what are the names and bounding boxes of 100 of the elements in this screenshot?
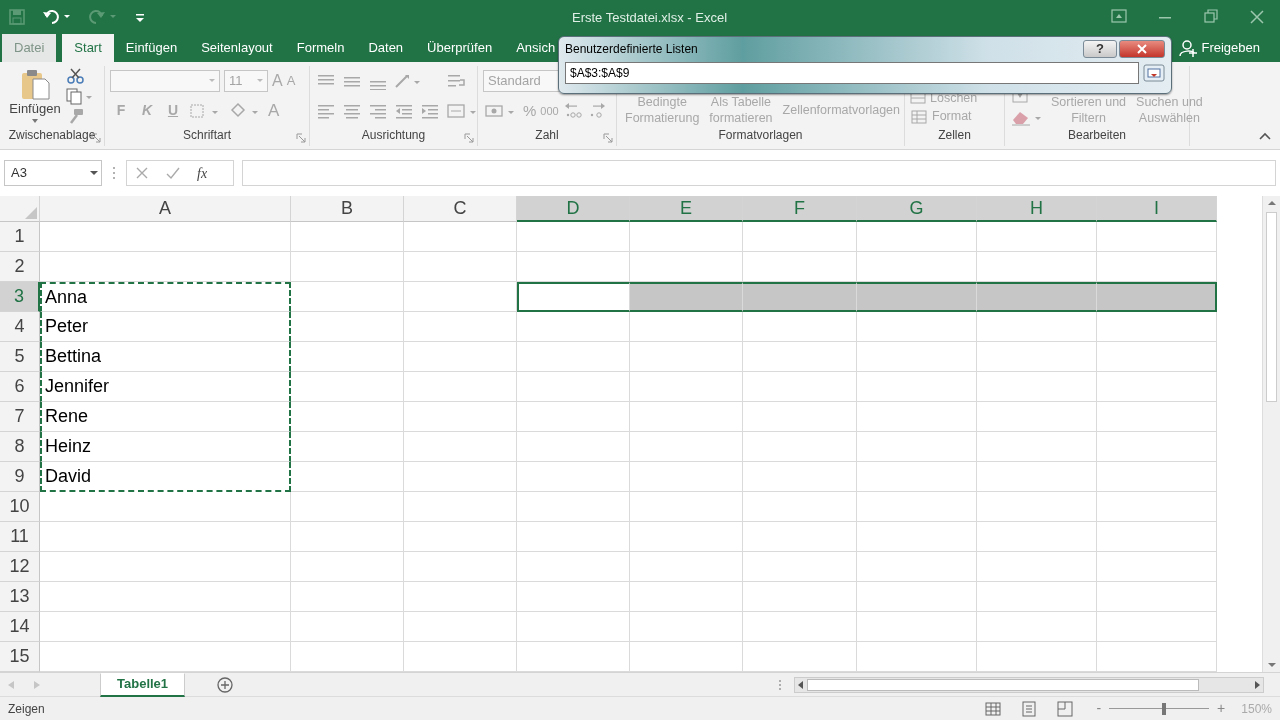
sheet-cell[interactable] [977, 612, 1097, 642]
name-box[interactable]: A3 [4, 160, 102, 186]
undo-icon[interactable] [42, 8, 72, 26]
row-header[interactable]: 9 [0, 462, 40, 492]
sheet-cell[interactable] [857, 522, 977, 552]
selected-cell[interactable] [743, 282, 857, 312]
sheet-cell[interactable] [977, 312, 1097, 342]
sheet-cell[interactable] [517, 582, 630, 612]
sheet-cell[interactable] [977, 222, 1097, 252]
row-header[interactable]: 4 [0, 312, 40, 342]
sheet-cell[interactable] [291, 462, 404, 492]
sheet-cell[interactable] [291, 432, 404, 462]
ribbon-tab[interactable]: Einfügen [113, 34, 190, 62]
column-header[interactable]: H [977, 196, 1097, 222]
sheet-cell[interactable] [404, 372, 517, 402]
sheet-cell[interactable] [857, 582, 977, 612]
zoom-slider[interactable] [1109, 702, 1210, 715]
sheet-cell[interactable] [40, 492, 291, 522]
sheet-cell[interactable] [517, 462, 630, 492]
sheet-cell[interactable] [517, 552, 630, 582]
sheet-cell[interactable] [517, 342, 630, 372]
sheet-cell[interactable] [517, 222, 630, 252]
sheet-cell[interactable] [630, 582, 743, 612]
sheet-tab[interactable]: Tabelle1 [100, 672, 186, 697]
row-header[interactable]: 8 [0, 432, 40, 462]
dialog-close-button[interactable] [1119, 40, 1165, 58]
sheet-cell[interactable] [291, 282, 404, 312]
sheet-cell[interactable] [404, 342, 517, 372]
sheet-cell[interactable] [743, 222, 857, 252]
reference-field[interactable]: $A$3:$A$9 [565, 62, 1139, 84]
sheet-cell[interactable] [857, 552, 977, 582]
help-button[interactable]: ? [1083, 40, 1117, 58]
add-sheet-icon[interactable] [215, 674, 236, 695]
sheet-cell[interactable] [630, 402, 743, 432]
normal-view-icon[interactable] [984, 700, 1003, 717]
sheet-cell[interactable] [977, 582, 1097, 612]
sheet-cell[interactable] [404, 492, 517, 522]
sheet-cell[interactable] [517, 312, 630, 342]
sheet-cell[interactable] [743, 582, 857, 612]
sheet-cell[interactable] [517, 432, 630, 462]
sheet-cell[interactable] [40, 582, 291, 612]
column-header[interactable]: F [743, 196, 857, 222]
sheet-cell[interactable] [404, 582, 517, 612]
sheet-cell[interactable] [291, 402, 404, 432]
sheet-cell[interactable] [404, 312, 517, 342]
selected-cell[interactable] [977, 282, 1097, 312]
column-header[interactable]: E [630, 196, 743, 222]
selected-cell[interactable] [630, 282, 743, 312]
row-header[interactable]: 6 [0, 372, 40, 402]
sheet-cell[interactable] [291, 552, 404, 582]
sheet-cell[interactable] [630, 462, 743, 492]
ribbon-tab[interactable]: Überprüfen [415, 34, 505, 62]
sheet-cell[interactable] [404, 222, 517, 252]
sheet-cell[interactable] [517, 612, 630, 642]
sheet-cell[interactable] [404, 612, 517, 642]
sheet-cell[interactable] [857, 342, 977, 372]
sheet-cell[interactable] [630, 552, 743, 582]
sheet-cell[interactable] [857, 462, 977, 492]
sheet-cell[interactable] [291, 312, 404, 342]
sheet-cell[interactable] [743, 432, 857, 462]
row-header[interactable]: 11 [0, 522, 40, 552]
sheet-cell[interactable] [517, 372, 630, 402]
sheet-cell[interactable] [743, 372, 857, 402]
zoom-in-button[interactable]: + [1217, 698, 1226, 719]
sheet-cell[interactable] [1097, 582, 1217, 612]
row-header[interactable]: 10 [0, 492, 40, 522]
row-header[interactable]: 2 [0, 252, 40, 282]
sheet-cell[interactable] [857, 402, 977, 432]
sheet-cell[interactable] [1097, 402, 1217, 432]
expand-dialog-icon[interactable] [1143, 64, 1165, 82]
sheet-cell[interactable] [1097, 492, 1217, 522]
page-layout-icon[interactable] [1020, 700, 1039, 717]
sheet-cell[interactable] [40, 252, 291, 282]
scroll-thumb[interactable] [807, 678, 1199, 691]
row-header[interactable]: 14 [0, 612, 40, 642]
sheet-cell[interactable] [404, 552, 517, 582]
sheet-cell[interactable] [404, 402, 517, 432]
sheet-cell[interactable] [404, 282, 517, 312]
sheet-cell[interactable] [404, 462, 517, 492]
sheet-cell[interactable]: Peter [40, 312, 291, 342]
selected-cell[interactable] [1097, 282, 1217, 312]
slider-thumb[interactable] [1162, 702, 1167, 715]
sheet-cell[interactable] [291, 612, 404, 642]
sheet-cell[interactable] [977, 342, 1097, 372]
sheet-cell[interactable]: Anna [40, 282, 291, 312]
sheet-cell[interactable] [291, 522, 404, 552]
sheet-cell[interactable] [517, 252, 630, 282]
sheet-cell[interactable] [630, 372, 743, 402]
sheet-cell[interactable] [743, 612, 857, 642]
sheet-cell[interactable] [743, 522, 857, 552]
sheet-cell[interactable] [743, 312, 857, 342]
sheet-cell[interactable] [291, 252, 404, 282]
sheet-cell[interactable] [857, 222, 977, 252]
sheet-cell[interactable] [404, 432, 517, 462]
sheet-cell[interactable] [630, 492, 743, 522]
sheet-cell[interactable] [743, 342, 857, 372]
insert-function-button[interactable]: fx [197, 162, 208, 184]
sheet-cell[interactable] [40, 552, 291, 582]
row-header[interactable]: 1 [0, 222, 40, 252]
sheet-cell[interactable]: Bettina [40, 342, 291, 372]
